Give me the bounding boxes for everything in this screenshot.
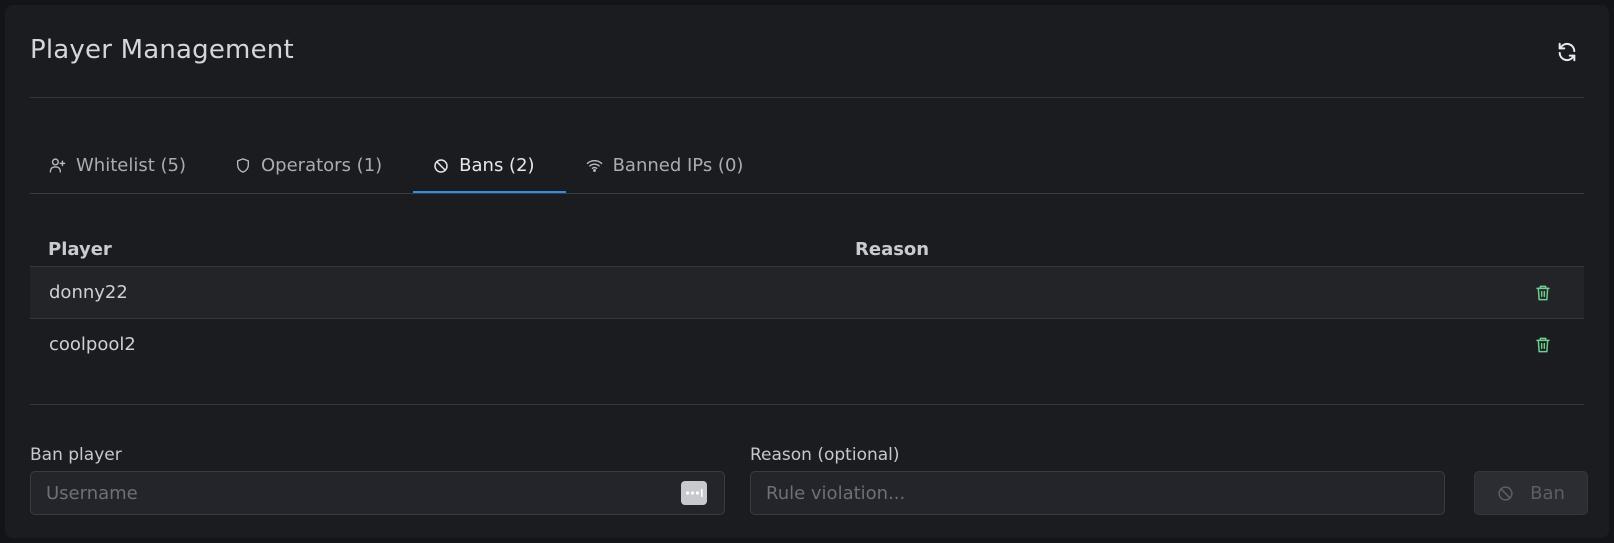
player-name: coolpool2	[49, 334, 136, 355]
form-divider	[30, 404, 1584, 405]
trash-icon	[1536, 285, 1550, 301]
ban-button[interactable]: Ban	[1474, 471, 1588, 515]
tab-banned-ips[interactable]: Banned IPs (0)	[566, 139, 775, 192]
tab-banned-ips-label: Banned IPs (0)	[612, 155, 744, 176]
username-input[interactable]	[30, 471, 725, 515]
tab-whitelist-label: Whitelist (5)	[76, 155, 186, 176]
ban-icon	[434, 158, 448, 173]
password-manager-icon[interactable]	[681, 481, 707, 505]
table-row: coolpool2	[30, 318, 1584, 371]
refresh-icon	[1558, 42, 1576, 62]
ban-icon	[1498, 485, 1513, 501]
table-row: donny22	[30, 266, 1584, 319]
wifi-icon	[586, 159, 602, 172]
user-plus-icon	[49, 158, 66, 173]
tab-bans[interactable]: Bans (2)	[413, 139, 566, 193]
refresh-button[interactable]	[1553, 38, 1581, 66]
tab-bar: Whitelist (5) Operators (1) Bans (2) Ban…	[30, 139, 1584, 194]
shield-icon	[237, 158, 249, 173]
tab-whitelist[interactable]: Whitelist (5)	[30, 139, 210, 192]
reason-input[interactable]	[750, 471, 1445, 515]
column-header-reason: Reason	[855, 239, 930, 260]
reason-label: Reason (optional)	[750, 445, 900, 465]
player-management-panel: Player Management Whitelist (5) Operator…	[5, 5, 1609, 538]
tab-operators[interactable]: Operators (1)	[210, 139, 413, 192]
ban-player-label: Ban player	[30, 445, 122, 465]
page-title: Player Management	[30, 35, 294, 65]
delete-button[interactable]	[1532, 334, 1554, 356]
dots-icon	[685, 489, 703, 497]
trash-icon	[1536, 337, 1550, 353]
ban-button-label: Ban	[1530, 482, 1565, 504]
player-name: donny22	[49, 282, 128, 303]
delete-button[interactable]	[1532, 282, 1554, 304]
header-divider	[30, 97, 1584, 98]
tab-operators-label: Operators (1)	[261, 155, 383, 176]
column-header-player: Player	[48, 239, 112, 260]
tab-bans-label: Bans (2)	[459, 155, 535, 176]
